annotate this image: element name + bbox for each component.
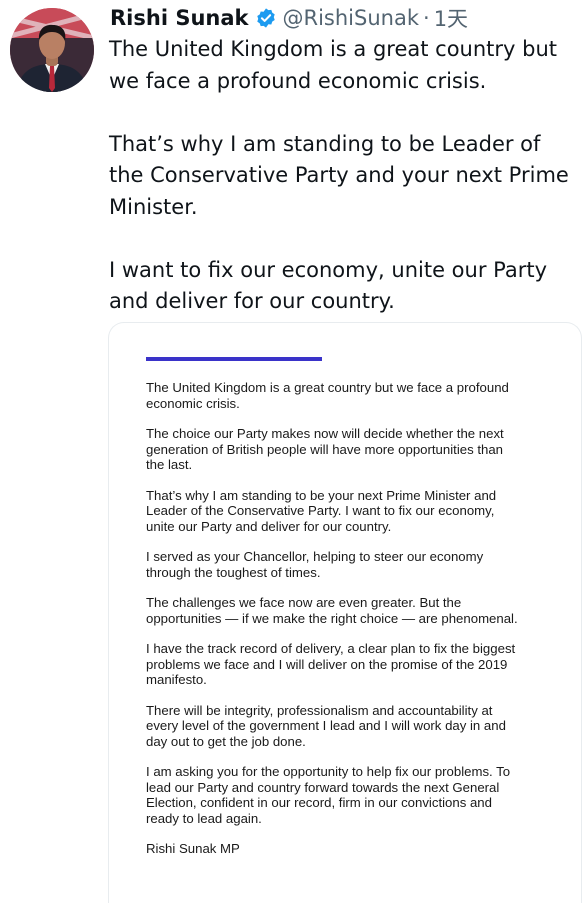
separator-dot: ·: [423, 6, 430, 30]
letter-signature: Rishi Sunak MP: [146, 841, 240, 856]
verified-badge-icon: [255, 7, 277, 29]
tweet-text: The United Kingdom is a great country bu…: [109, 34, 581, 318]
tweet-header: Rishi Sunak @RishiSunak · 1天: [110, 4, 468, 32]
letter-paragraph: That’s why I am standing to be your next…: [146, 487, 497, 534]
author-name[interactable]: Rishi Sunak: [110, 6, 249, 30]
tweet-paragraph: The United Kingdom is a great country bu…: [109, 37, 558, 93]
author-handle[interactable]: @RishiSunak: [283, 6, 420, 30]
tweet-paragraph: I want to fix our economy, unite our Par…: [109, 257, 548, 314]
letter-paragraph: There will be integrity, professionalism…: [146, 702, 506, 749]
avatar[interactable]: [10, 8, 94, 92]
letter-paragraph: I have the track record of delivery, a c…: [146, 641, 516, 687]
tweet-timestamp[interactable]: 1天: [434, 3, 468, 33]
letter-paragraph: I served as your Chancellor, helping to …: [146, 549, 484, 580]
letter-document: The United Kingdom is a great country bu…: [146, 380, 518, 872]
letter-paragraph: The choice our Party makes now will deci…: [146, 426, 504, 472]
letter-accent-rule: [146, 357, 322, 361]
tweet-paragraph: That’s why I am standing to be Leader of…: [109, 131, 569, 219]
letter-paragraph: The challenges we face now are even grea…: [146, 595, 518, 626]
letter-paragraph: The United Kingdom is a great country bu…: [146, 380, 509, 411]
letter-paragraph: I am asking you for the opportunity to h…: [146, 764, 511, 826]
